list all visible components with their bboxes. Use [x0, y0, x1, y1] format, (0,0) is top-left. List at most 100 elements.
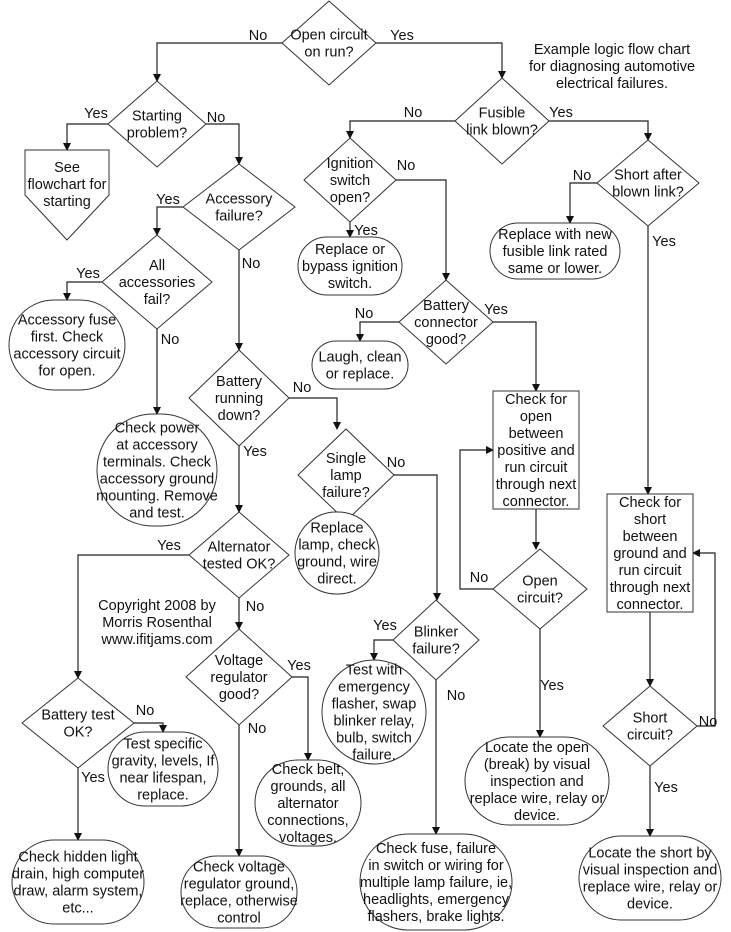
node-text-line: Battery test — [41, 708, 114, 724]
node-text-line: Alternator — [208, 540, 271, 556]
node-all-accessories-fail: Allaccessoriesfail? — [101, 234, 213, 330]
node-short-circuit: Shortcircuit? — [602, 685, 698, 767]
node-test-specific-gravity: Test specificgravity, levels, Ifnear lif… — [107, 731, 219, 807]
node-text-line: Test with — [346, 663, 402, 679]
node-text-line: Laugh, clean — [318, 350, 401, 366]
node-replace-lamp: Replacelamp, checkground, wiredirect. — [294, 511, 380, 595]
edge-battery-connector-good-to-laugh-clean-replace — [356, 321, 399, 342]
edge-label-yes: Yes — [549, 105, 573, 121]
node-text-line: running — [215, 391, 263, 407]
node-laugh-clean-replace: Laugh, cleanor replace. — [311, 340, 409, 390]
nodes-layer: Open circuiton run?Startingproblem?Seefl… — [8, 0, 722, 931]
node-text-line: through next — [610, 580, 691, 596]
node-accessory-fuse-first: Accessory fusefirst. Checkaccessory circ… — [8, 299, 126, 391]
flowchart: No Yes Yes No Yes No Yes No Yes No Yes No Yes No Yes No… — [8, 0, 722, 931]
node-text-line: bulb, switch — [336, 731, 412, 747]
edge-label-yes: Yes — [243, 444, 267, 460]
node-text-line: (break) by visual — [484, 757, 590, 773]
node-text-line: at accessory — [116, 438, 198, 454]
node-ignition-switch-open: Ignitionswitchopen? — [303, 137, 397, 223]
edge-label-no: No — [573, 168, 592, 184]
node-text-line: Open circuit — [290, 28, 367, 44]
node-see-flowchart-starting: Seeflowchart forstarting — [24, 149, 110, 241]
node-text-line: Check belt, — [272, 762, 345, 778]
node-text-line: Voltage — [215, 653, 263, 669]
edge-label-no: No — [387, 455, 406, 471]
copyright-line-3: www.ifitjams.com — [100, 632, 212, 648]
edge-label-no: No — [248, 721, 267, 737]
node-text-line: connector — [414, 315, 478, 331]
copyright-line-2: Morris Rosenthal — [102, 615, 212, 631]
node-text-line: Check voltage — [193, 860, 285, 876]
edge-label-yes: Yes — [81, 770, 105, 786]
edge-battery-running-down-to-single-lamp-failure — [289, 397, 341, 430]
node-open-circuit-on-run: Open circuiton run? — [281, 0, 377, 86]
node-text-line: accessories — [119, 275, 196, 291]
edge-open-circuit-on-run-to-starting-problem — [153, 42, 282, 82]
edge-open-circuit-to-check-for-open — [459, 446, 494, 590]
node-text-line: first. Check — [31, 330, 104, 346]
node-text-line: or replace. — [326, 367, 395, 383]
edge-label-yes: Yes — [76, 266, 100, 282]
node-text-line: link blown? — [466, 123, 538, 139]
node-text-line: voltages. — [279, 830, 337, 846]
node-text-line: See — [54, 160, 80, 176]
edge-label-no: No — [242, 256, 261, 272]
node-text-line: tested OK? — [203, 557, 276, 573]
node-text-line: problem? — [127, 126, 187, 142]
node-text-line: replace wire, relay or — [470, 791, 605, 807]
node-text-line: same or lower. — [508, 261, 602, 277]
node-text-line: fusible link rated — [503, 244, 608, 260]
node-text-line: flowchart for — [28, 177, 107, 193]
edge-label-no: No — [249, 28, 268, 44]
edge-label-yes: Yes — [373, 618, 397, 634]
node-text-line: OK? — [63, 725, 92, 741]
edge-label-no: No — [355, 306, 374, 322]
node-text-line: connector. — [617, 597, 684, 613]
node-text-line: connections, — [267, 813, 348, 829]
copyright-line-1: Copyright 2008 by — [98, 598, 216, 614]
node-text-line: circuit? — [517, 591, 563, 607]
edge-fusible-link-blown-to-ignition-switch-open — [346, 120, 455, 139]
node-check-hidden-light-drain: Check hidden lightdrain, high computerdr… — [11, 839, 145, 925]
node-text-line: run circuit — [619, 563, 682, 579]
node-text-line: in switch or wiring for — [368, 858, 504, 874]
node-text-line: down? — [218, 408, 261, 424]
edge-blinker-failure-to-test-with-emergency-flasher — [370, 639, 393, 661]
description-line-3: electrical failures. — [556, 76, 668, 92]
node-replace-bypass-ignition: Replace orbypass ignitionswitch. — [297, 236, 403, 296]
node-text-line: drain, high computer — [12, 867, 144, 883]
edge-accessory-failure-to-all-accessories-fail — [153, 206, 183, 236]
edge-label-yes: Yes — [540, 678, 564, 694]
node-text-line: device. — [514, 808, 560, 824]
node-text-line: short — [634, 512, 666, 528]
edge-label-yes: Yes — [157, 538, 181, 554]
node-text-line: regulator — [210, 670, 267, 686]
description-line-2: for diagnosing automotive — [529, 59, 695, 75]
edge-label-no: No — [447, 688, 466, 704]
node-battery-running-down: Batteryrunningdown? — [188, 349, 290, 447]
node-text-line: terminals. Check — [103, 455, 212, 471]
edge-label-no: No — [470, 570, 489, 586]
node-text-line: positive and — [497, 443, 574, 459]
node-text-line: open — [520, 409, 552, 425]
node-text-line: starting — [43, 194, 91, 210]
node-text-line: good? — [219, 687, 259, 703]
node-text-line: on run? — [304, 45, 353, 61]
node-text-line: Check fuse, failure — [376, 841, 496, 857]
edge-label-yes: Yes — [84, 106, 108, 122]
node-replace-fusible-link: Replace with newfusible link ratedsame o… — [489, 222, 621, 280]
node-check-for-open: Check foropenbetweenpositive andrun circ… — [492, 390, 580, 510]
description-line-1: Example logic flow chart — [534, 42, 690, 58]
node-text-line: Single — [326, 451, 366, 467]
edge-label-yes: Yes — [654, 780, 678, 796]
node-text-line: bypass ignition — [302, 259, 398, 275]
node-text-line: failure? — [215, 209, 263, 225]
node-text-line: flasher, swap — [332, 697, 417, 713]
node-text-line: flashers, brake lights. — [367, 909, 504, 925]
edge-voltage-regulator-good-to-check-belt-grounds — [292, 676, 312, 761]
node-accessory-failure: Accessoryfailure? — [182, 163, 296, 251]
node-text-line: Blinker — [414, 625, 458, 641]
node-text-line: failure? — [412, 642, 460, 658]
node-text-line: lamp, check — [298, 538, 376, 554]
